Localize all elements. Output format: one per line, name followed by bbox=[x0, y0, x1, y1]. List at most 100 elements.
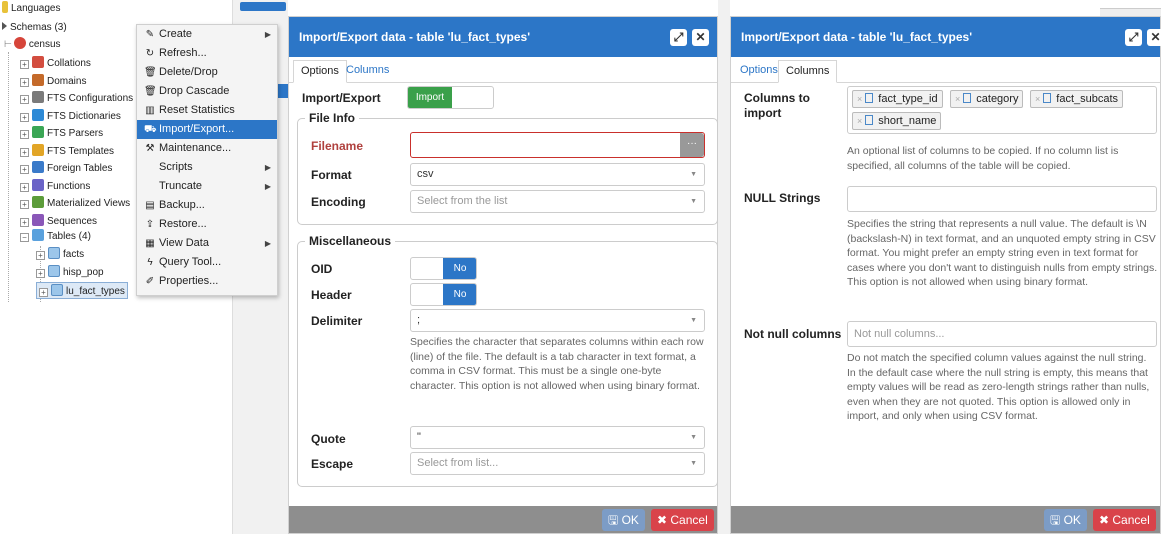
menu-item-label: Restore... bbox=[159, 218, 207, 230]
tree-node-table-selected[interactable]: + lu_fact_types bbox=[36, 282, 128, 299]
expand-icon[interactable]: + bbox=[36, 251, 45, 260]
collapse-icon[interactable]: ⊢ bbox=[4, 39, 12, 49]
tree-node-label: FTS Dictionaries bbox=[47, 110, 121, 122]
menu-item-view-data[interactable]: ▦ View Data ▶ bbox=[137, 234, 277, 253]
menu-item-label: Create bbox=[159, 28, 193, 40]
expand-icon[interactable]: + bbox=[39, 288, 48, 297]
tree-node[interactable]: + Collations bbox=[20, 55, 91, 72]
menu-item-backup[interactable]: ▤ Backup... bbox=[137, 196, 277, 215]
column-icon bbox=[865, 93, 874, 103]
column-chip[interactable]: × fact_type_id bbox=[852, 90, 943, 108]
delimiter-select[interactable]: ; ▼ bbox=[410, 309, 705, 332]
menu-item-maintenance[interactable]: ⚒ Maintenance... bbox=[137, 139, 277, 158]
tree-node-tables[interactable]: − Tables (4) bbox=[20, 228, 91, 245]
import-export-dialog-options: Import/Export data - table 'lu_fact_type… bbox=[288, 16, 718, 534]
expand-icon[interactable]: + bbox=[20, 95, 29, 104]
menu-item-label: Delete/Drop bbox=[159, 66, 218, 78]
menu-item-properties[interactable]: ✐ Properties... bbox=[137, 272, 277, 291]
expand-icon[interactable]: + bbox=[20, 182, 29, 192]
expand-icon[interactable]: + bbox=[20, 217, 29, 227]
quote-select[interactable]: " ▼ bbox=[410, 426, 705, 449]
columns-select[interactable]: × fact_type_id × category × fact_subcats × s… bbox=[847, 86, 1157, 134]
expand-arrow-icon[interactable] bbox=[2, 22, 7, 30]
tab-columns[interactable]: Columns bbox=[339, 60, 396, 83]
remove-icon[interactable]: × bbox=[955, 94, 960, 104]
expand-icon[interactable]: + bbox=[20, 147, 29, 157]
expand-icon[interactable]: + bbox=[20, 60, 29, 69]
submenu-arrow-icon: ▶ bbox=[264, 182, 271, 191]
oid-toggle[interactable]: No bbox=[410, 257, 477, 280]
expand-icon[interactable]: + bbox=[20, 130, 29, 139]
tree-node-table[interactable]: + facts bbox=[36, 246, 84, 263]
menu-item-truncate[interactable]: Truncate ▶ bbox=[137, 177, 277, 196]
column-chip[interactable]: × category bbox=[950, 90, 1024, 108]
sequence-icon bbox=[32, 213, 44, 226]
tree-node-languages[interactable]: Languages bbox=[2, 0, 61, 17]
menu-item-create[interactable]: ✎ Create ▶ bbox=[137, 25, 277, 44]
column-chip[interactable]: × short_name bbox=[852, 112, 942, 130]
tree-node[interactable]: + Sequences bbox=[20, 213, 97, 230]
filename-input[interactable] bbox=[410, 132, 705, 158]
chevron-down-icon: ▼ bbox=[690, 198, 697, 205]
import-export-toggle[interactable]: Import bbox=[407, 86, 494, 109]
collapse-icon[interactable]: − bbox=[20, 233, 29, 242]
table-group-icon bbox=[32, 229, 44, 241]
escape-select[interactable]: Select from list... ▼ bbox=[410, 452, 705, 475]
ok-button[interactable]: 🖫 OK bbox=[1044, 509, 1087, 531]
remove-icon[interactable]: × bbox=[857, 94, 862, 104]
tree-node[interactable]: + Functions bbox=[20, 178, 90, 195]
not-null-columns-select[interactable]: Not null columns... bbox=[847, 321, 1157, 347]
tree-node[interactable]: + FTS Configurations bbox=[20, 90, 133, 107]
format-select[interactable]: csv ▼ bbox=[410, 163, 705, 186]
tree-node[interactable]: + FTS Templates bbox=[20, 143, 114, 160]
maximize-icon[interactable]: ⤢ bbox=[670, 29, 687, 46]
expand-icon[interactable]: + bbox=[20, 200, 29, 209]
browse-button[interactable]: ··· bbox=[680, 133, 704, 157]
menu-item-label: View Data bbox=[159, 237, 209, 249]
close-icon[interactable]: ✕ bbox=[1147, 29, 1161, 46]
refresh-icon: ↻ bbox=[145, 48, 155, 59]
tree-node-schemas[interactable]: Schemas (3) bbox=[2, 19, 67, 36]
escape-placeholder: Select from list... bbox=[417, 457, 499, 469]
tree-node[interactable]: + Materialized Views bbox=[20, 195, 130, 212]
menu-item-refresh[interactable]: ↻ Refresh... bbox=[137, 44, 277, 63]
filename-label: Filename bbox=[311, 139, 364, 153]
tree-node-census[interactable]: ⊢ census bbox=[4, 36, 61, 53]
properties-icon: ✐ bbox=[145, 276, 155, 287]
header-toggle[interactable]: No bbox=[410, 283, 477, 306]
tree-node[interactable]: + Domains bbox=[20, 73, 86, 90]
encoding-select[interactable]: Select from the list ▼ bbox=[410, 190, 705, 213]
menu-item-scripts[interactable]: Scripts ▶ bbox=[137, 158, 277, 177]
remove-icon[interactable]: × bbox=[1035, 94, 1040, 104]
tree-node-table[interactable]: + hisp_pop bbox=[36, 264, 104, 281]
menu-item-drop-cascade[interactable]: 🗑 Drop Cascade bbox=[137, 82, 277, 101]
menu-item-restore[interactable]: ⇪ Restore... bbox=[137, 215, 277, 234]
ok-button[interactable]: 🖫 OK bbox=[602, 509, 645, 531]
header-label: Header bbox=[311, 288, 352, 302]
maximize-icon[interactable]: ⤢ bbox=[1125, 29, 1142, 46]
menu-item-reset-statistics[interactable]: ▥ Reset Statistics bbox=[137, 101, 277, 120]
menu-item-import-export[interactable]: ⛟ Import/Export... bbox=[137, 120, 277, 139]
menu-item-query-tool[interactable]: ϟ Query Tool... bbox=[137, 253, 277, 272]
cancel-button[interactable]: ✖ Cancel bbox=[651, 509, 714, 531]
menu-item-delete-drop[interactable]: 🗑 Delete/Drop bbox=[137, 63, 277, 82]
backup-icon: ▤ bbox=[145, 200, 155, 211]
drop-cascade-icon: 🗑 bbox=[144, 86, 157, 97]
expand-icon[interactable]: + bbox=[36, 269, 45, 278]
expand-icon[interactable]: + bbox=[20, 112, 29, 122]
tree-node[interactable]: + Foreign Tables bbox=[20, 160, 112, 177]
schema-icon bbox=[13, 37, 26, 49]
tree-node[interactable]: + FTS Dictionaries bbox=[20, 108, 121, 125]
expand-icon[interactable]: + bbox=[20, 165, 29, 174]
tab-columns[interactable]: Columns bbox=[778, 60, 838, 83]
close-icon[interactable]: ✕ bbox=[692, 29, 709, 46]
cancel-button[interactable]: ✖ Cancel bbox=[1093, 509, 1156, 531]
null-strings-input[interactable] bbox=[847, 186, 1157, 212]
column-chip[interactable]: × fact_subcats bbox=[1030, 90, 1124, 108]
column-chip-label: fact_type_id bbox=[878, 93, 938, 105]
column-chip-label: short_name bbox=[878, 115, 937, 127]
remove-icon[interactable]: × bbox=[857, 116, 862, 126]
tree-node[interactable]: + FTS Parsers bbox=[20, 125, 103, 142]
expand-icon[interactable]: + bbox=[20, 77, 29, 87]
dialog-footer: 🖫 OK ✖ Cancel bbox=[731, 506, 1160, 533]
